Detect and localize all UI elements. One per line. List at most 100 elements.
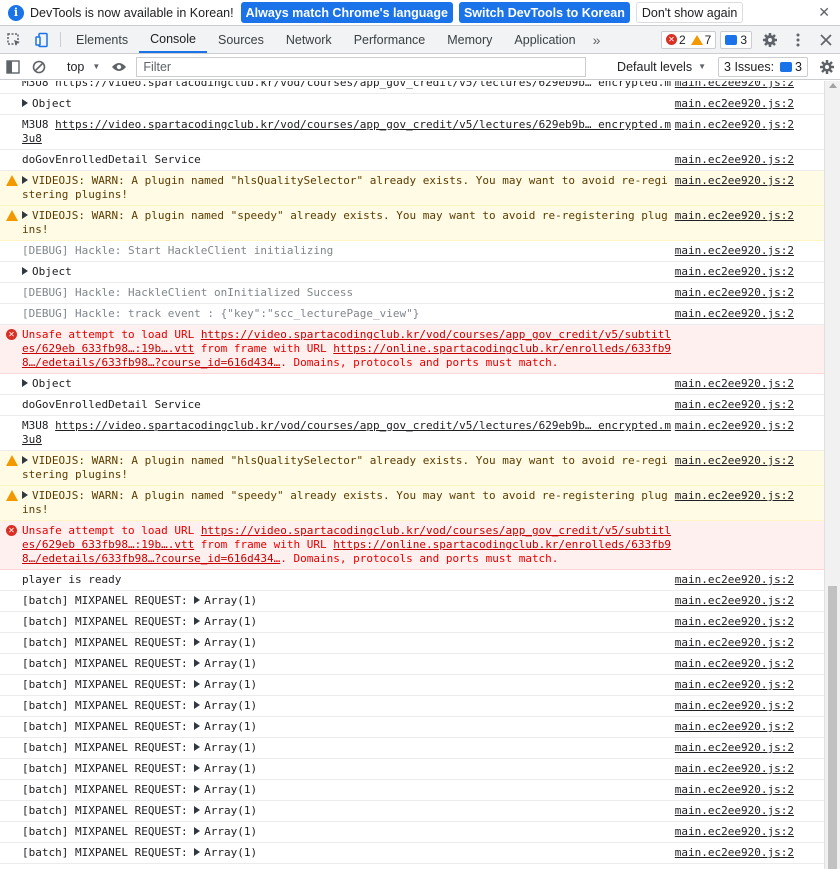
close-devtools-icon[interactable] bbox=[812, 33, 840, 46]
tab-elements[interactable]: Elements bbox=[65, 26, 139, 53]
array-preview[interactable]: Array(1) bbox=[204, 615, 257, 628]
switch-korean-button[interactable]: Switch DevTools to Korean bbox=[458, 2, 630, 23]
filter-input[interactable] bbox=[136, 56, 587, 77]
tab-network[interactable]: Network bbox=[275, 26, 343, 53]
device-toolbar-icon[interactable] bbox=[28, 26, 56, 53]
array-preview[interactable]: Array(1) bbox=[204, 720, 257, 733]
tab-console[interactable]: Console bbox=[139, 26, 207, 53]
console-message-batch[interactable]: [batch] MIXPANEL REQUEST: Array(1) main.e… bbox=[0, 654, 824, 675]
expand-triangle-icon[interactable] bbox=[194, 827, 201, 835]
source-link[interactable]: main.ec2ee920.js:2 bbox=[675, 454, 794, 468]
message-url-link[interactable]: https://video.spartacodingclub.kr/vod/co… bbox=[22, 118, 671, 145]
array-preview[interactable]: Array(1) bbox=[204, 594, 257, 607]
console-message-info[interactable]: player is ready main.ec2ee920.js:2 bbox=[0, 570, 824, 591]
source-link[interactable]: main.ec2ee920.js:2 bbox=[675, 81, 794, 90]
source-link[interactable]: main.ec2ee920.js:2 bbox=[675, 398, 794, 412]
expand-triangle-icon[interactable] bbox=[22, 211, 28, 219]
console-message-object[interactable]: Object main.ec2ee920.js:2 bbox=[0, 374, 824, 395]
more-tabs-icon[interactable]: » bbox=[587, 26, 607, 53]
expand-triangle-icon[interactable] bbox=[194, 659, 201, 667]
source-link[interactable]: main.ec2ee920.js:2 bbox=[675, 244, 794, 258]
dont-show-again-button[interactable]: Don't show again bbox=[635, 2, 744, 23]
expand-triangle-icon[interactable] bbox=[22, 176, 28, 184]
console-message-batch[interactable]: [batch] MIXPANEL REQUEST: Array(1) main.e… bbox=[0, 759, 824, 780]
expand-triangle-icon[interactable] bbox=[194, 806, 201, 814]
match-language-button[interactable]: Always match Chrome's language bbox=[240, 2, 453, 23]
console-message-warn[interactable]: VIDEOJS: WARN: A plugin named "hlsQualit… bbox=[0, 171, 824, 206]
console-message-batch[interactable]: [batch] MIXPANEL REQUEST: Array(1) main.e… bbox=[0, 801, 824, 822]
source-link[interactable]: main.ec2ee920.js:2 bbox=[675, 174, 794, 188]
console-settings-gear-icon[interactable] bbox=[814, 54, 840, 80]
console-message-info[interactable]: M3U8 https://video.spartacodingclub.kr/v… bbox=[0, 115, 824, 150]
error-warning-counters[interactable]: ✕ 2 7 3 bbox=[660, 26, 840, 53]
console-message-info[interactable]: doGovEnrolledDetail Service main.ec2ee920… bbox=[0, 395, 824, 416]
tab-application[interactable]: Application bbox=[503, 26, 586, 53]
expand-triangle-icon[interactable] bbox=[194, 680, 201, 688]
expand-triangle-icon[interactable] bbox=[194, 848, 201, 856]
source-link[interactable]: main.ec2ee920.js:2 bbox=[675, 741, 794, 755]
expand-triangle-icon[interactable] bbox=[22, 99, 28, 107]
clear-console-icon[interactable] bbox=[26, 54, 52, 80]
expand-triangle-icon[interactable] bbox=[22, 456, 28, 464]
expand-triangle-icon[interactable] bbox=[22, 379, 28, 387]
tab-performance[interactable]: Performance bbox=[343, 26, 437, 53]
console-message-debug[interactable]: [DEBUG] Hackle: Start HackleClient initi… bbox=[0, 241, 824, 262]
console-message-batch[interactable]: [batch] MIXPANEL REQUEST: Array(1) main.e… bbox=[0, 633, 824, 654]
console-message-error[interactable]: ✕ Unsafe attempt to load URL https://vide… bbox=[0, 325, 824, 374]
console-scrollbar[interactable] bbox=[824, 81, 840, 869]
console-message-info[interactable]: doGovEnrolledDetail Service main.ec2ee920… bbox=[0, 150, 824, 171]
array-preview[interactable]: Array(1) bbox=[204, 783, 257, 796]
console-message-debug[interactable]: [DEBUG] Hackle: track event : {"key":"sc… bbox=[0, 304, 824, 325]
console-message-warn[interactable]: VIDEOJS: WARN: A plugin named "speedy" a… bbox=[0, 206, 824, 241]
expand-triangle-icon[interactable] bbox=[194, 596, 201, 604]
source-link[interactable]: main.ec2ee920.js:2 bbox=[675, 846, 794, 860]
expand-triangle-icon[interactable] bbox=[194, 743, 201, 751]
source-link[interactable]: main.ec2ee920.js:2 bbox=[675, 804, 794, 818]
message-url-link[interactable]: https://video.spartacodingclub.kr/vod/co… bbox=[22, 419, 671, 446]
source-link[interactable]: main.ec2ee920.js:2 bbox=[675, 699, 794, 713]
source-link[interactable]: main.ec2ee920.js:2 bbox=[675, 286, 794, 300]
console-message-batch[interactable]: [batch] MIXPANEL REQUEST: Array(1) main.e… bbox=[0, 696, 824, 717]
expand-triangle-icon[interactable] bbox=[194, 764, 201, 772]
array-preview[interactable]: Array(1) bbox=[204, 678, 257, 691]
expand-triangle-icon[interactable] bbox=[194, 785, 201, 793]
array-preview[interactable]: Array(1) bbox=[204, 804, 257, 817]
console-message-batch[interactable]: [batch] MIXPANEL REQUEST: Array(1) main.e… bbox=[0, 780, 824, 801]
console-message-batch[interactable]: [batch] MIXPANEL REQUEST: Array(1) main.e… bbox=[0, 675, 824, 696]
console-message-info[interactable]: M3U8 https://video.spartacodingclub.kr/v… bbox=[0, 81, 824, 94]
console-message-batch[interactable]: [batch] MIXPANEL REQUEST: Array(1) main.e… bbox=[0, 591, 824, 612]
source-link[interactable]: main.ec2ee920.js:2 bbox=[675, 97, 794, 111]
source-link[interactable]: main.ec2ee920.js:2 bbox=[675, 720, 794, 734]
source-link[interactable]: main.ec2ee920.js:2 bbox=[675, 573, 794, 587]
console-message-batch[interactable]: [batch] MIXPANEL REQUEST: Array(1) main.e… bbox=[0, 738, 824, 759]
source-link[interactable]: main.ec2ee920.js:2 bbox=[675, 377, 794, 391]
source-link[interactable]: main.ec2ee920.js:2 bbox=[675, 265, 794, 279]
source-link[interactable]: main.ec2ee920.js:2 bbox=[675, 118, 794, 132]
customize-menu-icon[interactable] bbox=[784, 33, 812, 47]
scroll-up-icon[interactable] bbox=[829, 83, 837, 88]
console-message-warn[interactable]: VIDEOJS: WARN: A plugin named "speedy" a… bbox=[0, 486, 824, 521]
eye-icon[interactable] bbox=[106, 54, 132, 80]
console-message-object[interactable]: Object main.ec2ee920.js:2 bbox=[0, 262, 824, 283]
scrollbar-thumb[interactable] bbox=[828, 586, 837, 869]
console-message-object[interactable]: Object main.ec2ee920.js:2 bbox=[0, 94, 824, 115]
console-message-debug[interactable]: [DEBUG] Hackle: HackleClient onInitializ… bbox=[0, 283, 824, 304]
expand-triangle-icon[interactable] bbox=[194, 722, 201, 730]
context-selector[interactable]: top ▼ bbox=[61, 57, 106, 77]
console-message-info[interactable]: M3U8 https://video.spartacodingclub.kr/v… bbox=[0, 416, 824, 451]
console-message-batch[interactable]: [batch] MIXPANEL REQUEST: Array(1) main.e… bbox=[0, 717, 824, 738]
expand-triangle-icon[interactable] bbox=[194, 617, 201, 625]
expand-triangle-icon[interactable] bbox=[194, 701, 201, 709]
source-link[interactable]: main.ec2ee920.js:2 bbox=[675, 615, 794, 629]
array-preview[interactable]: Array(1) bbox=[204, 699, 257, 712]
source-link[interactable]: main.ec2ee920.js:2 bbox=[675, 307, 794, 321]
source-link[interactable]: main.ec2ee920.js:2 bbox=[675, 825, 794, 839]
sidebar-toggle-icon[interactable] bbox=[0, 54, 26, 80]
source-link[interactable]: main.ec2ee920.js:2 bbox=[675, 153, 794, 167]
console-message-batch[interactable]: [batch] MIXPANEL REQUEST: Array(1) main.e… bbox=[0, 612, 824, 633]
console-message-warn[interactable]: VIDEOJS: WARN: A plugin named "hlsQualit… bbox=[0, 451, 824, 486]
log-levels-dropdown[interactable]: Default levels ▼ bbox=[611, 60, 712, 74]
issues-button[interactable]: 3 Issues: 3 bbox=[718, 56, 808, 77]
source-link[interactable]: main.ec2ee920.js:2 bbox=[675, 657, 794, 671]
array-preview[interactable]: Array(1) bbox=[204, 846, 257, 859]
